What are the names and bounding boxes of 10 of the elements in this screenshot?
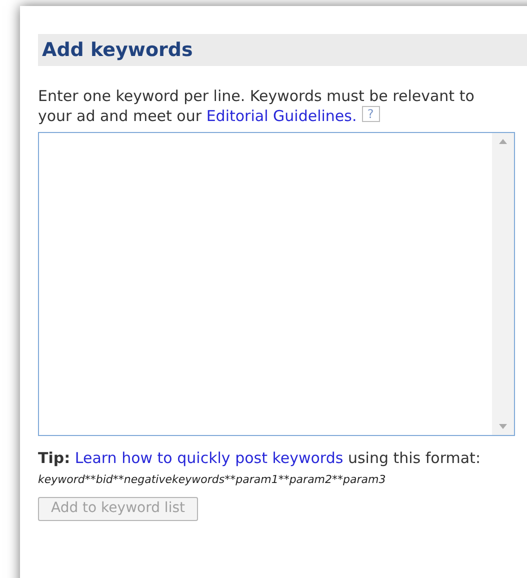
keywords-field[interactable] xyxy=(38,132,515,436)
tip-text: Tip: Learn how to quickly post keywords using this format: xyxy=(38,448,482,468)
scrollbar[interactable] xyxy=(492,133,514,435)
scroll-down-icon[interactable] xyxy=(499,424,507,429)
format-text: keyword**bid**negativekeywords**param1**param2**param3 xyxy=(38,472,387,488)
section-title: Add keywords xyxy=(42,38,193,63)
scroll-up-icon[interactable] xyxy=(499,139,507,144)
editorial-guidelines-link[interactable]: Editorial Guidelines. xyxy=(206,107,357,125)
post-keywords-link[interactable]: Learn how to quickly post keywords xyxy=(74,449,344,467)
instructions-text: Enter one keyword per line. Keywords must be relevant to your ad and meet our Editorial Guidelines. ? xyxy=(38,86,476,126)
